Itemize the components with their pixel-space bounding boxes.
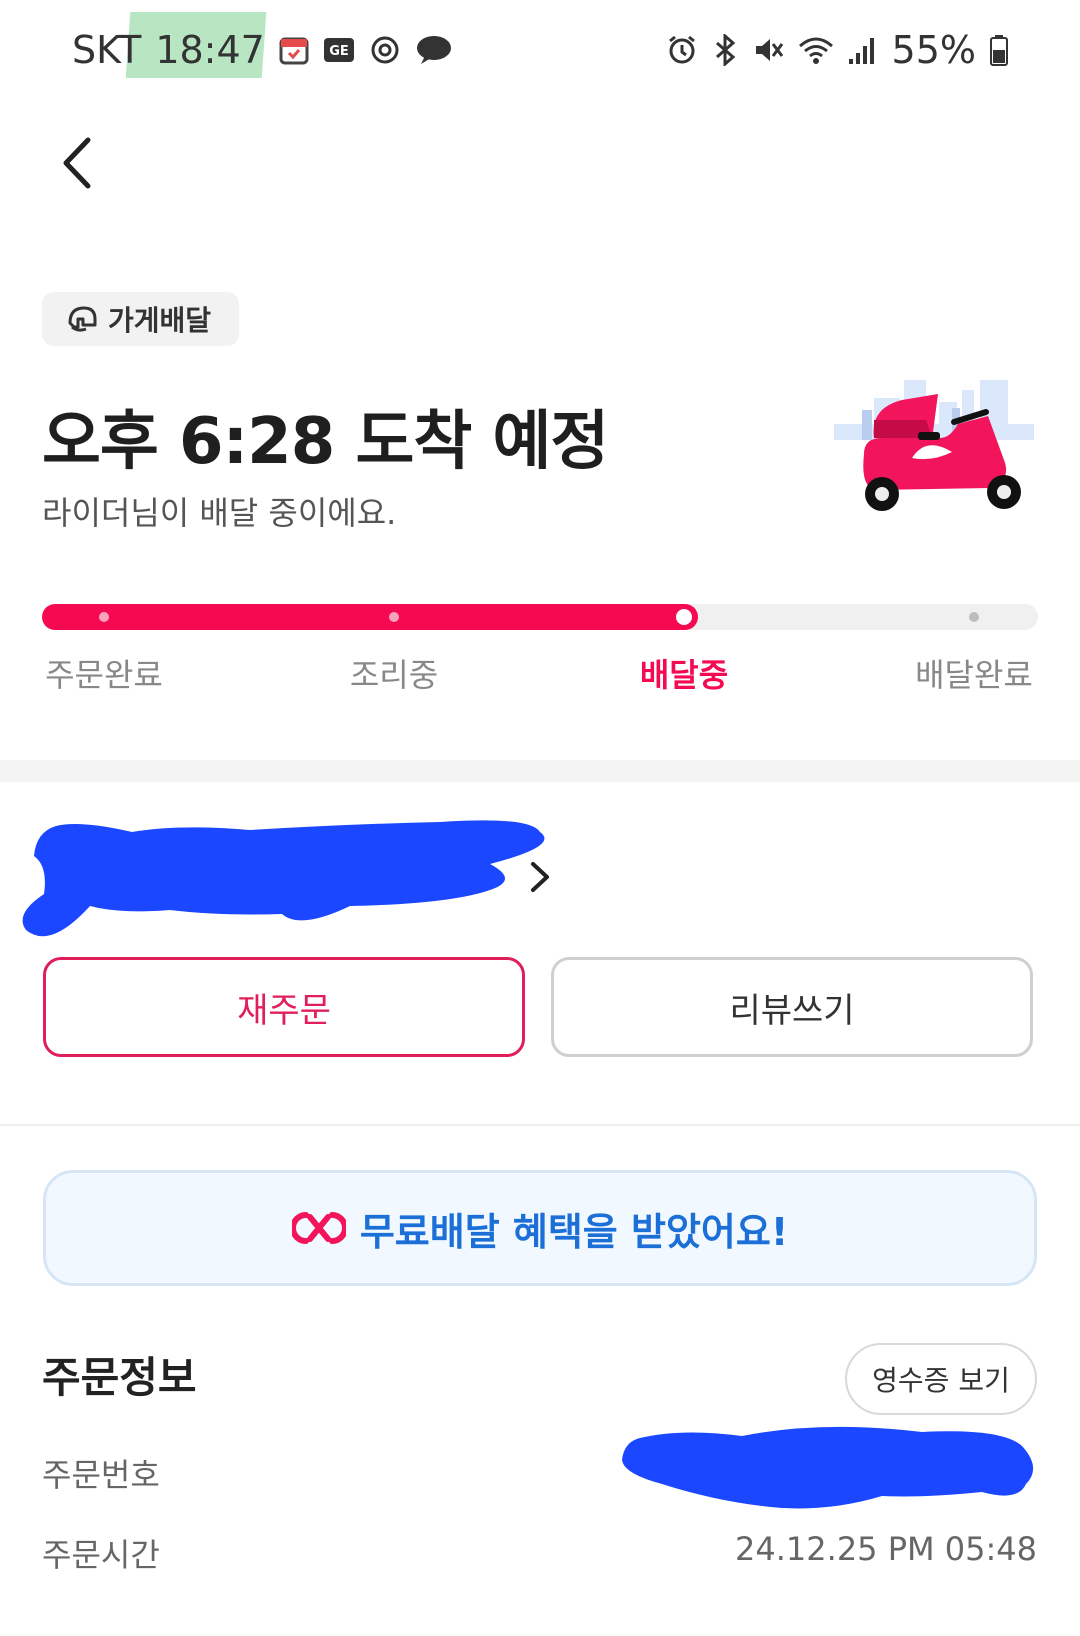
- status-message: 라이더님이 배달 중이에요.: [42, 494, 397, 532]
- redaction-scribble-order-number: [622, 1418, 1046, 1518]
- reorder-button[interactable]: 재주문: [43, 957, 525, 1057]
- helmet-icon: [68, 306, 97, 332]
- chevron-left-icon: [63, 137, 91, 189]
- progress-dot: [99, 612, 109, 622]
- write-review-button[interactable]: 리뷰쓰기: [551, 957, 1033, 1057]
- free-delivery-badge-icon: [291, 1212, 346, 1244]
- back-button[interactable]: [52, 128, 112, 198]
- status-right: 55%: [666, 28, 1008, 72]
- status-left: SKT 18:47 GE: [72, 28, 453, 72]
- view-receipt-button[interactable]: 영수증 보기: [845, 1343, 1037, 1415]
- carrier-label: SKT: [72, 28, 142, 72]
- progress-step-label: 조리중: [349, 656, 439, 694]
- progress-dot: [389, 612, 399, 622]
- order-progress-bar: [42, 604, 1038, 630]
- bluetooth-icon: [712, 34, 738, 66]
- eta-title: 오후 6:28 도착 예정: [42, 405, 609, 479]
- progress-dot: [969, 612, 979, 622]
- progress-step-label: 배달완료: [915, 656, 1033, 694]
- order-time-value: 24.12.25 PM 05:48: [735, 1530, 1037, 1568]
- ge-app-icon: GE: [323, 37, 355, 63]
- clock: 18:47: [155, 28, 265, 72]
- sync-icon: [369, 34, 401, 66]
- signal-icon: [848, 35, 878, 65]
- progress-fill: [42, 604, 698, 630]
- benefit-text: 무료배달 혜택을 받았어요!: [359, 1209, 789, 1254]
- wifi-icon: [798, 34, 834, 66]
- delivery-type-label: 가게배달: [108, 304, 212, 337]
- mute-icon: [752, 34, 784, 66]
- order-number-label: 주문번호: [42, 1456, 160, 1494]
- svg-text:GE: GE: [329, 44, 349, 59]
- order-time-label: 주문시간: [42, 1536, 160, 1574]
- chevron-right-icon[interactable]: [528, 860, 552, 898]
- order-info-title: 주문정보: [42, 1353, 197, 1402]
- calendar-icon: [279, 34, 309, 66]
- scooter-illustration: [834, 380, 1044, 540]
- delivery-type-chip: 가게배달: [42, 292, 240, 346]
- section-divider-thin: [0, 1124, 1080, 1126]
- redaction-scribble: [20, 818, 566, 960]
- chat-bubble-icon: [415, 34, 453, 66]
- battery-percent: 55%: [891, 28, 976, 72]
- progress-dot: [676, 609, 692, 625]
- battery-icon: [990, 34, 1008, 66]
- free-delivery-banner: 무료배달 혜택을 받았어요!: [43, 1170, 1037, 1286]
- alarm-icon: [666, 34, 698, 66]
- progress-step-label: 배달중: [639, 656, 729, 694]
- status-bar: SKT 18:47 GE 55%: [0, 0, 1080, 110]
- section-divider: [0, 760, 1080, 782]
- progress-step-label: 주문완료: [45, 656, 163, 694]
